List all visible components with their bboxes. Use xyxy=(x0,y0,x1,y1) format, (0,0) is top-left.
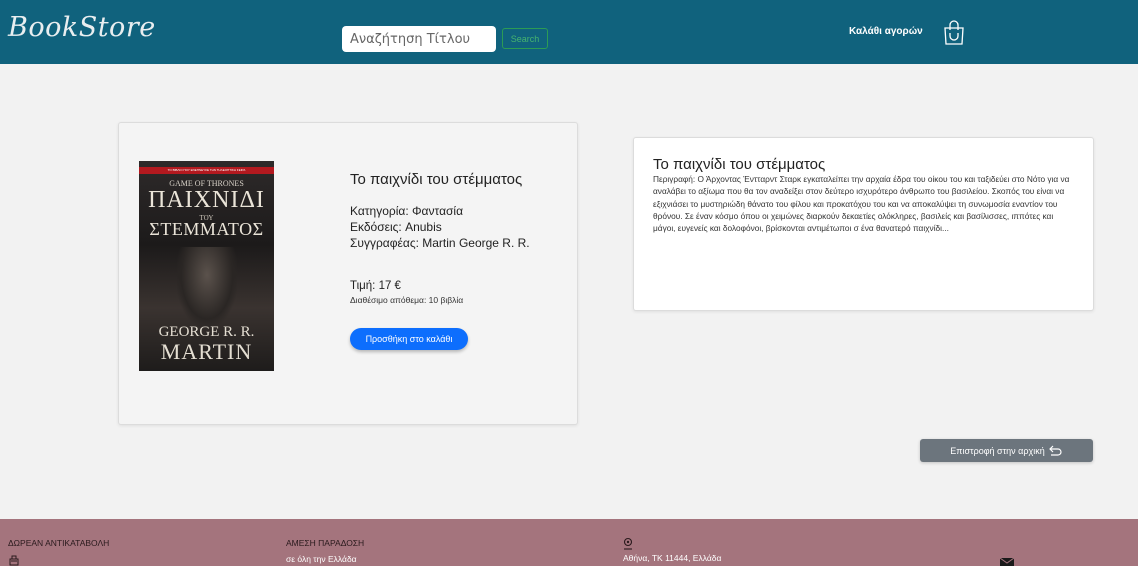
footer-address: Αθήνα, ΤΚ 11444, Ελλάδα xyxy=(623,553,722,563)
description-title: Το παιχνίδι του στέμματος xyxy=(653,156,826,173)
cover-author-line-2: MARTIN xyxy=(160,339,253,364)
back-to-home-button[interactable]: Επιστροφή στην αρχική xyxy=(920,439,1093,462)
back-button-label: Επιστροφή στην αρχική xyxy=(950,445,1045,456)
product-publisher: Εκδόσεις: Anubis xyxy=(350,220,442,234)
search-button[interactable]: Search xyxy=(502,28,548,49)
envelope-icon[interactable] xyxy=(1000,558,1014,566)
add-to-cart-button[interactable]: Προσθήκη στο καλάθι xyxy=(350,328,468,350)
description-text: Περιγραφή: Ο Άρχοντας Έντταρντ Σταρκ εγκ… xyxy=(653,174,1070,234)
product-meta: Κατηγορία: Φαντασία Εκδόσεις: Anubis Συγ… xyxy=(350,203,545,251)
return-arrow-icon xyxy=(1048,445,1062,456)
bookstore-logo[interactable]: BookStore xyxy=(8,12,156,43)
shopping-bag-icon[interactable] xyxy=(943,20,965,46)
product-stock: Διαθέσιμο απόθεμα: 10 βιβλία xyxy=(350,295,464,305)
cash-register-icon xyxy=(9,555,19,566)
cart-link[interactable]: Καλάθι αγορών xyxy=(849,26,923,37)
product-price: Τιμή: 17 € xyxy=(350,280,401,292)
book-cover-image: ΤΟ ΒΙΒΛΙΟ ΠΟΥ ΕΝΕΠΝΕΥΣΕ ΤΗΝ ΤΗΛΕΟΠΤΙΚΗ Σ… xyxy=(139,161,274,371)
footer-free-cod-heading: ΔΩΡΕΑΝ ΑΝΤΙΚΑΤΑΒΟΛΗ xyxy=(8,538,110,548)
cover-banner: ΤΟ ΒΙΒΛΙΟ ΠΟΥ ΕΝΕΠΝΕΥΣΕ ΤΗΝ ΤΗΛΕΟΠΤΙΚΗ Σ… xyxy=(139,167,274,174)
footer: ΔΩΡΕΑΝ ΑΝΤΙΚΑΤΑΒΟΛΗ ΑΜΕΣΗ ΠΑΡΑΔΟΣΗ σε όλ… xyxy=(0,519,1138,566)
footer-fast-delivery-text: σε όλη την Ελλάδα xyxy=(286,554,357,564)
search-input[interactable] xyxy=(342,26,496,52)
cover-illustration xyxy=(177,247,237,327)
location-pin-icon xyxy=(623,537,633,550)
product-category: Κατηγορία: Φαντασία xyxy=(350,204,464,218)
cover-title-line-3: ΣΤΕΜΜΑΤΟΣ xyxy=(149,219,264,239)
footer-fast-delivery-heading: ΑΜΕΣΗ ΠΑΡΑΔΟΣΗ xyxy=(286,538,365,548)
product-title: Το παιχνίδι του στέμματος xyxy=(350,171,523,188)
product-author: Συγγραφέας: Martin George R. R. xyxy=(350,236,530,250)
top-navbar: BookStore Search Καλάθι αγορών xyxy=(0,0,1138,64)
cover-title-line-1: ΠΑΙΧΝΙΔΙ xyxy=(148,187,265,213)
